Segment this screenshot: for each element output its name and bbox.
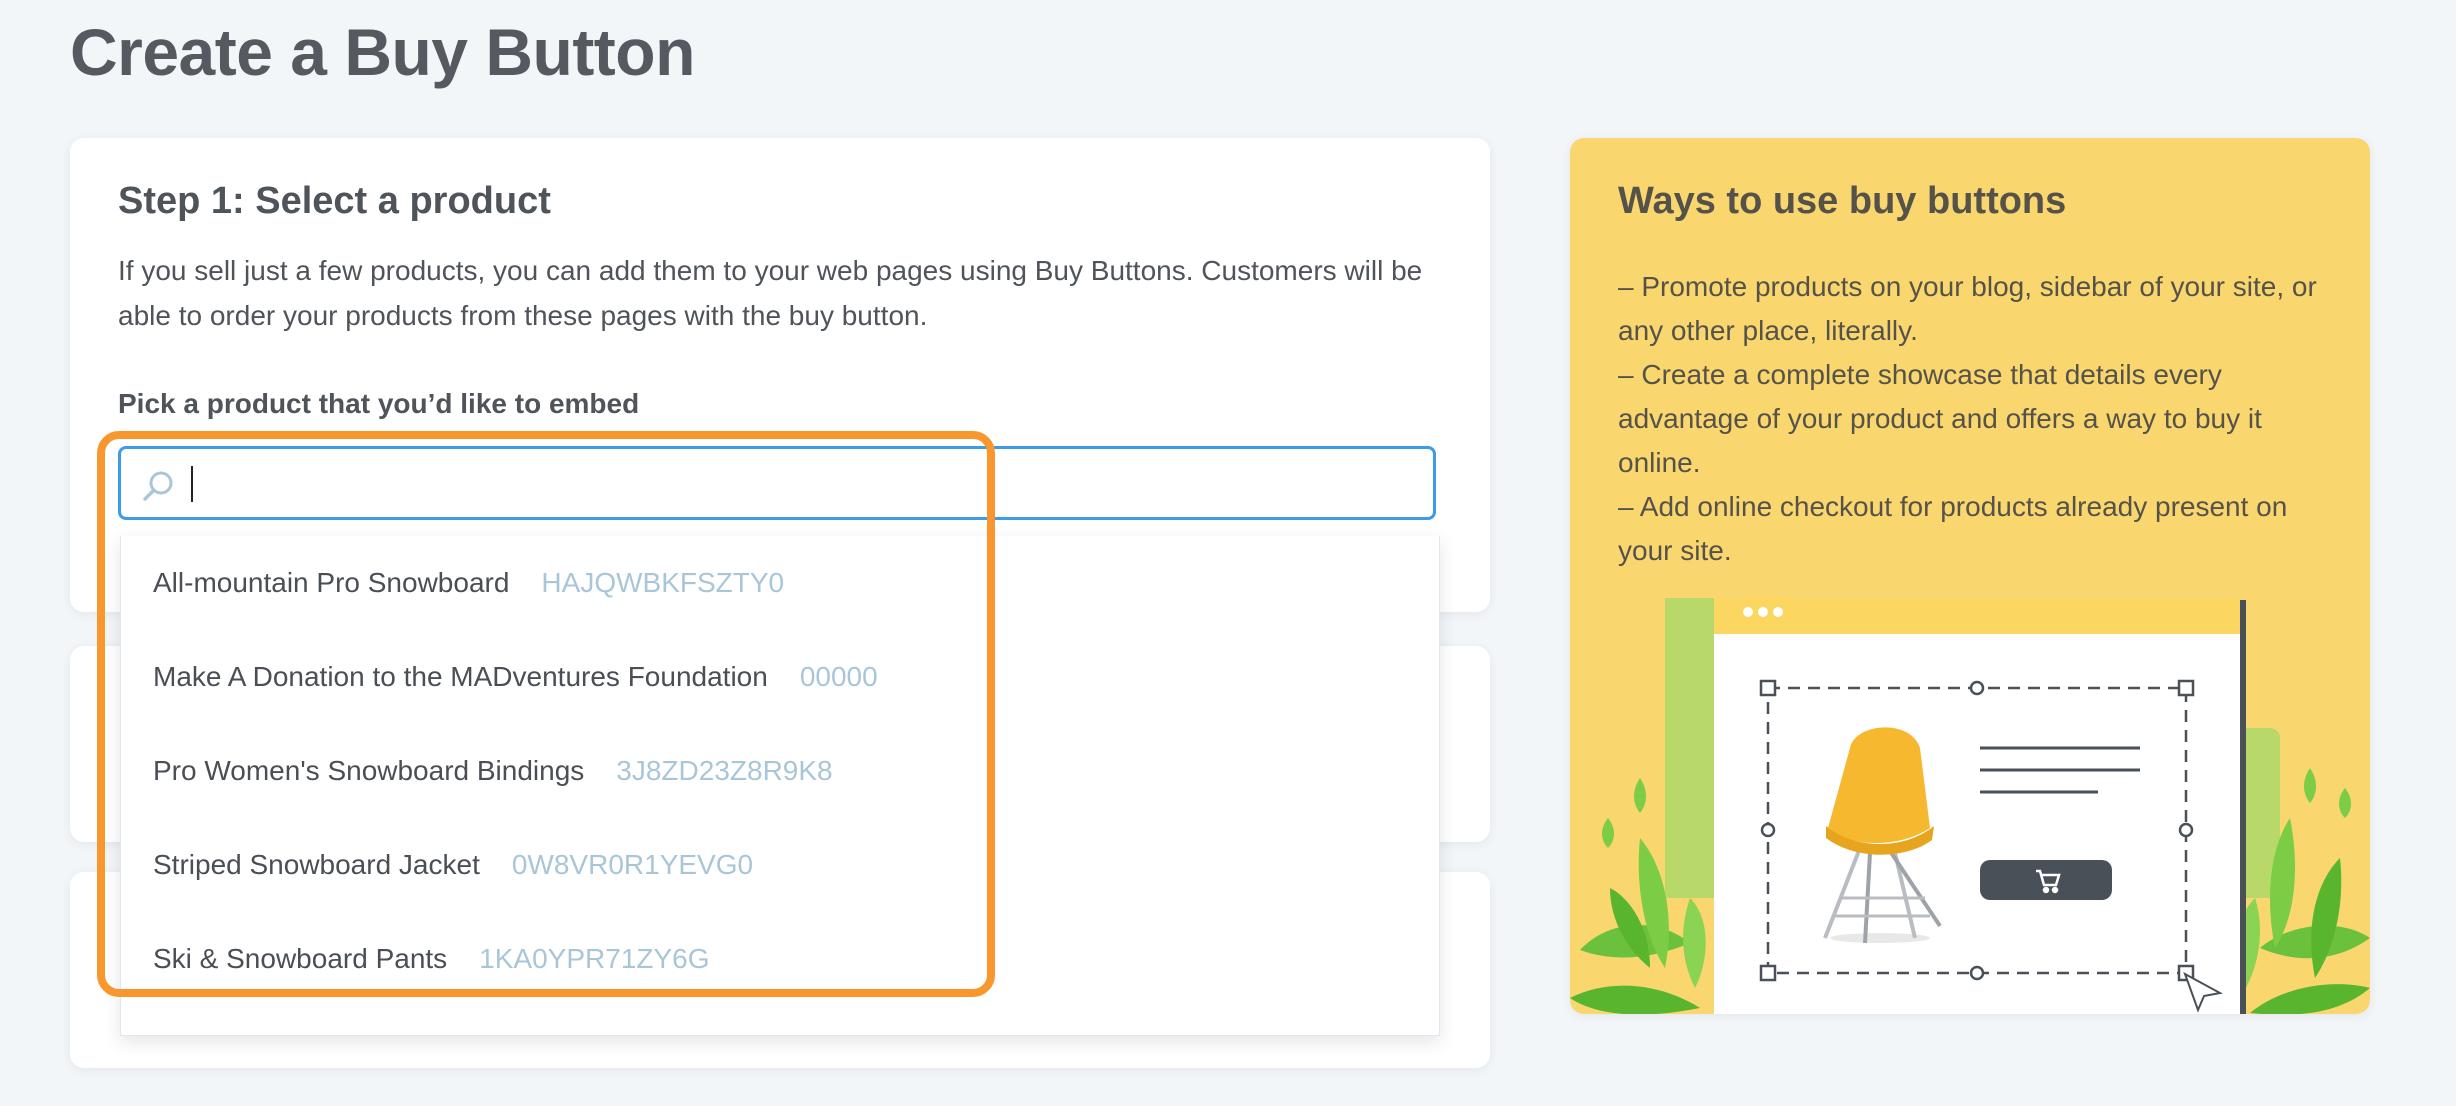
page-title: Create a Buy Button (70, 15, 695, 89)
product-option[interactable]: Striped Snowboard Jacket 0W8VR0R1YEVG0 (153, 818, 753, 912)
buy-button-illustration (1570, 598, 2370, 1014)
product-sku: 3J8ZD23Z8R9K8 (616, 755, 833, 786)
window-dot-icon (1758, 607, 1768, 617)
product-dropdown: All-mountain Pro Snowboard HAJQWBKFSZTY0… (120, 536, 1440, 1036)
step1-description: If you sell just a few products, you can… (118, 255, 1423, 331)
info-card: Ways to use buy buttons – Promote produc… (1570, 138, 2370, 1014)
cart-button-illustration (1980, 860, 2112, 900)
resize-handle-icon (2178, 822, 2194, 838)
resize-handle-icon (1969, 680, 1985, 696)
browser-titlebar (1714, 598, 2240, 634)
browser-window (1714, 598, 2240, 1014)
info-bullet: – Promote products on your blog, sidebar… (1618, 271, 2317, 346)
resize-handle-icon (1759, 964, 1777, 982)
info-bullet: – Add online checkout for products alrea… (1618, 491, 2288, 566)
product-option[interactable]: Make A Donation to the MADventures Found… (153, 630, 878, 724)
product-name: Pro Women's Snowboard Bindings (153, 755, 585, 786)
resize-handle-icon (2177, 679, 2195, 697)
product-option[interactable]: Pro Women's Snowboard Bindings 3J8ZD23Z8… (153, 724, 833, 818)
product-sku: 0W8VR0R1YEVG0 (511, 849, 754, 880)
text-caret (191, 466, 193, 502)
info-bullet: – Create a complete showcase that detail… (1618, 359, 2262, 478)
product-sku: HAJQWBKFSZTY0 (541, 567, 785, 598)
product-option[interactable]: Ski & Snowboard Pants 1KA0YPR71ZY6G (153, 912, 710, 1006)
product-sku: 00000 (799, 661, 878, 692)
product-name: Striped Snowboard Jacket (153, 849, 480, 880)
window-dot-icon (1773, 607, 1783, 617)
info-bullets: – Promote products on your blog, sidebar… (1618, 265, 2338, 573)
product-sku: 1KA0YPR71ZY6G (479, 943, 710, 974)
product-name: All-mountain Pro Snowboard (153, 567, 510, 598)
search-icon (143, 471, 173, 501)
product-name: Make A Donation to the MADventures Found… (153, 661, 768, 692)
resize-handle-icon (1969, 965, 1985, 981)
info-title: Ways to use buy buttons (1618, 180, 2067, 222)
product-picker-label: Pick a product that you’d like to embed (118, 388, 640, 419)
resize-handle-icon (1760, 822, 1776, 838)
window-dot-icon (1743, 607, 1753, 617)
product-name: Ski & Snowboard Pants (153, 943, 448, 974)
product-search-input[interactable] (187, 459, 1421, 511)
product-search-box[interactable] (118, 446, 1436, 520)
step1-title: Step 1: Select a product (118, 180, 551, 222)
product-option[interactable]: All-mountain Pro Snowboard HAJQWBKFSZTY0 (153, 536, 784, 630)
resize-handle-icon (1759, 679, 1777, 697)
